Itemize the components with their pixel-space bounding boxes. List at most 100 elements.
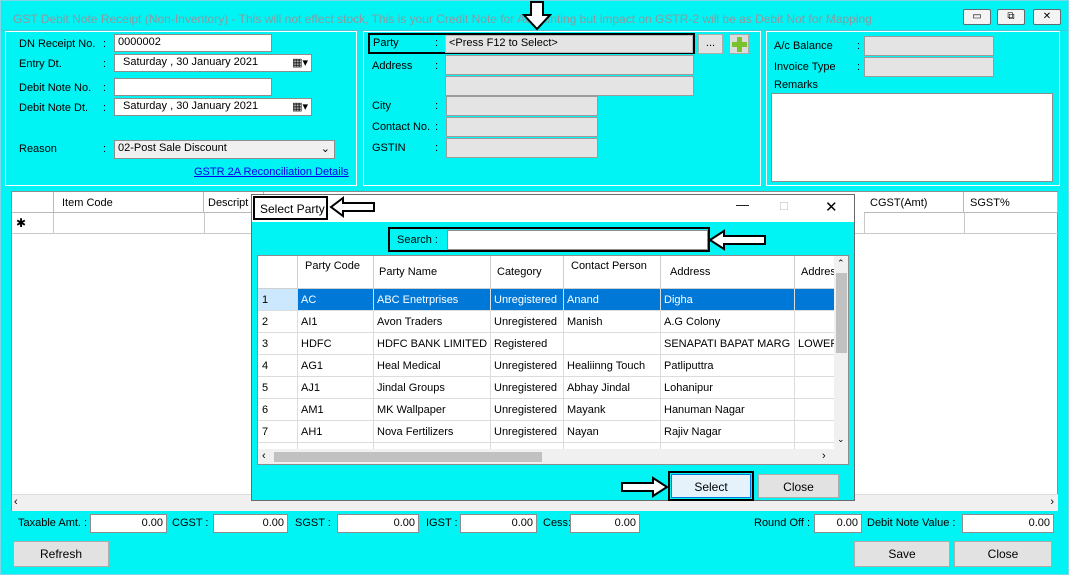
igst-label: IGST : (426, 517, 458, 529)
party-row[interactable]: 3 HDFC HDFC BANK LIMITED Registered SENAPATI… (258, 333, 835, 355)
contact-person-cell: Mayank (564, 399, 661, 421)
party-name-cell: Heal Medical (374, 355, 491, 377)
party-name-cell: Jindal Groups (374, 377, 491, 399)
round-off-field: 0.00 (814, 514, 862, 533)
party-row[interactable]: 4 AG1 Heal Medical Unregistered Healiinng To… (258, 355, 835, 377)
add-party-button[interactable] (729, 34, 749, 54)
plus-icon (732, 37, 747, 52)
entry-dt-label: Entry Dt. (19, 58, 62, 70)
sgst-field: 0.00 (337, 514, 419, 533)
party-row[interactable]: 2 AI1 Avon Traders Unregistered Manish A.G Co… (258, 311, 835, 333)
party-row[interactable]: 6 AM1 MK Wallpaper Unregistered Mayank Hanuma… (258, 399, 835, 421)
column-header-category[interactable]: Category (491, 256, 564, 289)
invoice-type-field (864, 57, 994, 77)
party-name-cell: MK Wallpaper (374, 399, 491, 421)
scroll-right-icon[interactable]: › (822, 450, 826, 462)
new-row-marker: ✱ (16, 216, 27, 230)
address-cell: Lohanipur (661, 377, 795, 399)
igst-field: 0.00 (460, 514, 537, 533)
dialog-close-button[interactable]: Close (758, 474, 839, 498)
dialog-close-icon[interactable]: ✕ (825, 198, 838, 216)
dialog-maximize-icon[interactable]: □ (780, 198, 788, 213)
party-field[interactable]: <Press F12 to Select> (445, 35, 693, 53)
party-code-cell: AJ1 (298, 377, 374, 399)
gstin-field (446, 138, 598, 158)
scroll-right-icon[interactable]: › (1050, 496, 1054, 508)
contact-no-field (446, 117, 598, 137)
close-button[interactable]: Close (954, 541, 1052, 567)
debit-note-value-field: 0.00 (962, 514, 1054, 533)
column-header-cgst-amt[interactable]: CGST(Amt) (864, 192, 964, 213)
address-cell: Digha (661, 289, 795, 311)
sgst-label: SGST : (295, 517, 331, 529)
category-cell: Unregistered (491, 377, 564, 399)
party-row[interactable]: 5 AJ1 Jindal Groups Unregistered Abhay Jinda… (258, 377, 835, 399)
contact-person-cell: Healiinng Touch (564, 355, 661, 377)
category-cell: Unregistered (491, 311, 564, 333)
column-header-sgst-pct[interactable]: SGST% (964, 192, 1058, 213)
search-input[interactable] (447, 230, 708, 250)
address-cell: Hanuman Nagar (661, 399, 795, 421)
select-button[interactable]: Select (671, 474, 751, 498)
vertical-scrollbar[interactable]: ⌃ ⌄ (834, 256, 848, 449)
entry-date-value: Saturday , 30 January 2021 (123, 56, 259, 68)
debit-note-date-value: Saturday , 30 January 2021 (123, 100, 259, 112)
remarks-textarea[interactable] (771, 93, 1053, 182)
scroll-up-icon[interactable]: ⌃ (837, 258, 845, 269)
left-arrow-annotation-icon (329, 196, 375, 218)
address2-cell (795, 421, 835, 443)
contact-no-label: Contact No. (372, 121, 431, 133)
debit-note-no-label: Debit Note No. (19, 82, 92, 94)
dn-receipt-no-field[interactable]: 0000002 (114, 34, 272, 52)
column-header-item-code[interactable]: Item Code (54, 192, 204, 213)
vertical-scroll-thumb[interactable] (836, 273, 847, 353)
address2-cell (795, 377, 835, 399)
reason-select[interactable]: 02-Post Sale Discount ⌄ (114, 140, 335, 159)
column-header-party-name[interactable]: Party Name (374, 256, 491, 289)
column-header-party-code[interactable]: Party Code (298, 256, 374, 289)
main-window: GST Debit Note Receipt (Non-Inventory) -… (0, 0, 1069, 575)
calendar-dropdown-icon[interactable]: ▦▾ (292, 100, 308, 113)
gstr-2a-reconciliation-link[interactable]: GSTR 2A Reconciliation Details (194, 166, 349, 178)
dialog-title: Select Party (260, 202, 325, 216)
calendar-dropdown-icon[interactable]: ▦▾ (292, 56, 308, 69)
column-header-address[interactable]: Address (661, 256, 795, 289)
column-header-address-2[interactable]: Addres (795, 256, 835, 289)
party-list-table[interactable]: Party Code Party Name Category Contact P… (257, 255, 849, 465)
address-cell: Patliputtra (661, 355, 795, 377)
scroll-down-icon[interactable]: ⌄ (837, 434, 845, 445)
save-button[interactable]: Save (854, 541, 950, 567)
contact-person-cell (564, 333, 661, 355)
refresh-button[interactable]: Refresh (13, 541, 109, 567)
horizontal-scroll-thumb[interactable] (274, 452, 542, 462)
dialog-minimize-icon[interactable]: — (736, 197, 749, 212)
dn-receipt-no-label: DN Receipt No. (19, 38, 96, 50)
row-header-corner (12, 192, 54, 213)
reason-value: 02-Post Sale Discount (118, 142, 227, 154)
party-name-cell: ABC Enetrprises (374, 289, 491, 311)
debit-note-no-field[interactable] (114, 78, 272, 96)
left-arrow-annotation-icon (708, 229, 766, 251)
party-row[interactable]: 1 AC ABC Enetrprises Unregistered Anand Digha (258, 289, 835, 311)
scroll-left-icon[interactable]: ‹ (262, 450, 266, 462)
address-cell: A.G Colony (661, 311, 795, 333)
address-cell: SENAPATI BAPAT MARG (661, 333, 795, 355)
close-window-button[interactable]: ✕ (1033, 9, 1061, 25)
party-browse-button[interactable]: ... (698, 34, 723, 54)
row-number: 6 (258, 399, 298, 421)
column-header-contact-person[interactable]: Contact Person (564, 256, 661, 289)
contact-person-cell: Manish (564, 311, 661, 333)
party-row[interactable]: 7 AH1 Nova Fertilizers Unregistered Nayan Raj… (258, 421, 835, 443)
row-number: 4 (258, 355, 298, 377)
category-cell: Unregistered (491, 289, 564, 311)
dialog-horizontal-scrollbar[interactable]: ‹ › (258, 449, 848, 464)
maximize-button[interactable]: ⧉ (997, 9, 1025, 25)
window-title: GST Debit Note Receipt (Non-Inventory) -… (13, 12, 872, 26)
city-field (446, 96, 598, 116)
scroll-left-icon[interactable]: ‹ (14, 496, 18, 508)
category-cell: Registered (491, 333, 564, 355)
category-cell: Unregistered (491, 421, 564, 443)
entry-date-picker[interactable]: Saturday , 30 January 2021 ▦▾ (114, 54, 312, 72)
minimize-button[interactable]: ▭ (963, 9, 991, 25)
debit-note-date-picker[interactable]: Saturday , 30 January 2021 ▦▾ (114, 98, 312, 116)
